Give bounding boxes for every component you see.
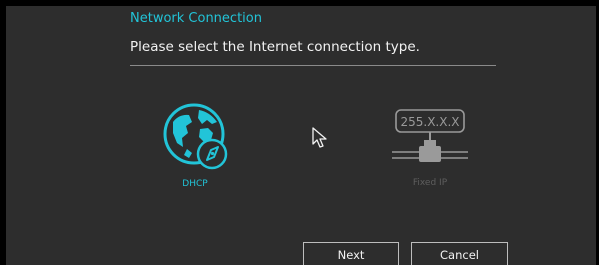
globe-compass-icon [163,103,228,170]
option-fixed-ip-label: Fixed IP [412,178,448,188]
ip-network-icon: 255.X.X.X [392,109,468,162]
ip-network-icon-text: 255.X.X.X [400,115,459,129]
title-divider [130,65,496,66]
option-dhcp[interactable]: DHCP [155,100,235,200]
dialog-subtitle: Please select the Internet connection ty… [130,39,420,55]
option-fixed-ip[interactable]: 255.X.X.X Fixed IP [388,108,472,200]
next-button[interactable]: Next [303,242,399,265]
dialog-title: Network Connection [130,11,262,26]
cancel-button[interactable]: Cancel [411,242,508,265]
mouse-cursor-icon [312,127,327,148]
option-dhcp-label: DHCP [182,179,208,189]
network-setup-screen: Network Connection Please select the Int… [0,0,599,265]
